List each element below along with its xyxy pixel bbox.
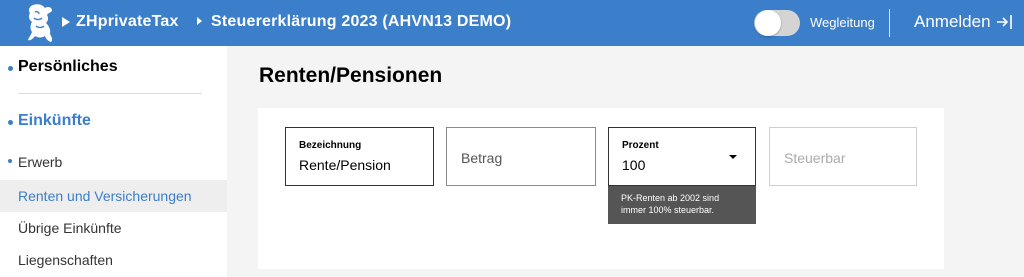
wegleitung-label[interactable]: Wegleitung	[810, 15, 875, 30]
toggle-knob	[755, 10, 781, 36]
header-divider	[889, 9, 890, 37]
sidebar-item-renten[interactable]: Renten und Versicherungen	[18, 188, 192, 204]
login-arrow-icon[interactable]	[996, 12, 1014, 32]
prozent-tooltip: PK-Renten ab 2002 sind immer 100% steuer…	[608, 186, 756, 224]
field-label: Prozent	[622, 140, 659, 151]
app-name[interactable]: ZHprivateTax	[76, 13, 179, 31]
chevron-down-icon[interactable]	[729, 155, 737, 159]
sidebar-item-liegenschaften[interactable]: Liegenschaften	[18, 252, 113, 268]
field-placeholder: Steuerbar	[784, 150, 846, 166]
item-bullet-icon	[8, 159, 12, 163]
field-label: Bezeichnung	[299, 140, 362, 151]
top-header: ZHprivateTax Steuererklärung 2023 (AHVN1…	[0, 0, 1024, 46]
lion-crest-logo[interactable]	[22, 0, 60, 46]
tooltip-line: PK-Renten ab 2002 sind	[621, 193, 720, 203]
app-menu-icon[interactable]	[62, 17, 70, 27]
breadcrumb-arrow-icon	[197, 17, 202, 25]
sidebar-divider	[18, 93, 202, 94]
declaration-title[interactable]: Steuererklärung 2023 (AHVN13 DEMO)	[211, 13, 511, 31]
betrag-field[interactable]: Betrag	[446, 127, 596, 186]
sidebar-section-persoenliches[interactable]: Persönliches	[18, 58, 118, 76]
wegleitung-toggle[interactable]	[754, 10, 800, 36]
bezeichnung-field[interactable]: Bezeichnung Rente/Pension	[285, 127, 434, 186]
section-bullet-icon	[8, 120, 13, 125]
login-button[interactable]: Anmelden	[914, 12, 991, 32]
steuerbar-field: Steuerbar	[769, 127, 917, 186]
field-value: Rente/Pension	[299, 157, 391, 173]
page-title: Renten/Pensionen	[259, 64, 443, 87]
field-placeholder: Betrag	[461, 150, 503, 166]
sidebar-section-einkuenfte[interactable]: Einkünfte	[18, 112, 91, 130]
sidebar-item-uebrige-einkuenfte[interactable]: Übrige Einkünfte	[18, 220, 122, 236]
sidebar-item-erwerb[interactable]: Erwerb	[18, 154, 62, 170]
tooltip-line: immer 100% steuerbar.	[621, 205, 715, 215]
section-bullet-icon	[8, 66, 13, 71]
sidebar-nav: Persönliches Einkünfte Erwerb Renten und…	[0, 46, 227, 277]
prozent-select[interactable]: Prozent 100	[608, 127, 756, 186]
field-value: 100	[622, 157, 646, 173]
